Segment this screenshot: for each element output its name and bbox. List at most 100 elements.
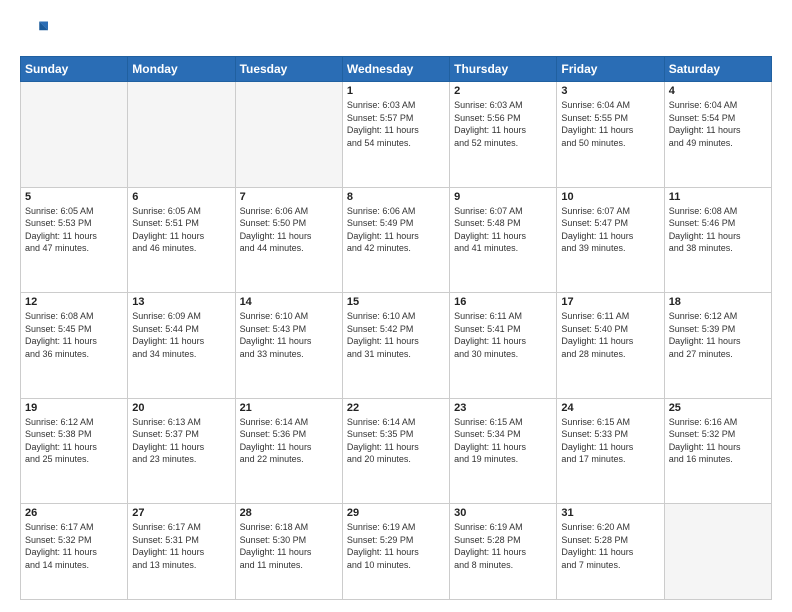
header (20, 18, 772, 46)
day-number: 14 (240, 296, 338, 308)
day-info: Sunrise: 6:04 AM Sunset: 5:55 PM Dayligh… (561, 99, 659, 149)
day-info: Sunrise: 6:12 AM Sunset: 5:38 PM Dayligh… (25, 416, 123, 466)
day-info: Sunrise: 6:06 AM Sunset: 5:49 PM Dayligh… (347, 205, 445, 255)
calendar-cell: 31Sunrise: 6:20 AM Sunset: 5:28 PM Dayli… (557, 504, 664, 600)
calendar-cell: 4 Sunrise: 6:04 AM Sunset: 5:54 PM Daylig… (664, 82, 771, 188)
day-number: 12 (25, 296, 123, 308)
day-number: 21 (240, 402, 338, 414)
day-number: 22 (347, 402, 445, 414)
day-number: 7 (240, 191, 338, 203)
calendar-cell: 26 Sunrise: 6:17 AM Sunset: 5:32 PM Dayli… (21, 504, 128, 600)
calendar-cell: 11Sunrise: 6:08 AM Sunset: 5:46 PM Dayli… (664, 187, 771, 293)
weekday-header-thursday: Thursday (450, 57, 557, 82)
day-number: 16 (454, 296, 552, 308)
calendar-cell: 24 Sunrise: 6:15 AM Sunset: 5:33 PM Dayli… (557, 398, 664, 504)
day-number: 25 (669, 402, 767, 414)
day-info: Sunrise: 6:09 AM Sunset: 5:44 PM Dayligh… (132, 310, 230, 360)
weekday-header-wednesday: Wednesday (342, 57, 449, 82)
day-info: Sunrise: 6:12 AM Sunset: 5:39 PM Dayligh… (669, 310, 767, 360)
day-number: 17 (561, 296, 659, 308)
day-info: Sunrise: 6:17 AM Sunset: 5:32 PM Dayligh… (25, 521, 123, 571)
day-info: Sunrise: 6:14 AM Sunset: 5:35 PM Dayligh… (347, 416, 445, 466)
calendar-cell: 7 Sunrise: 6:06 AM Sunset: 5:50 PM Daylig… (235, 187, 342, 293)
logo (20, 18, 52, 46)
weekday-header-sunday: Sunday (21, 57, 128, 82)
day-number: 3 (561, 85, 659, 97)
calendar-cell: 18 Sunrise: 6:12 AM Sunset: 5:39 PM Dayli… (664, 293, 771, 399)
weekday-header-monday: Monday (128, 57, 235, 82)
day-info: Sunrise: 6:19 AM Sunset: 5:28 PM Dayligh… (454, 521, 552, 571)
day-info: Sunrise: 6:07 AM Sunset: 5:48 PM Dayligh… (454, 205, 552, 255)
calendar-cell: 25 Sunrise: 6:16 AM Sunset: 5:32 PM Dayli… (664, 398, 771, 504)
calendar-cell: 27Sunrise: 6:17 AM Sunset: 5:31 PM Dayli… (128, 504, 235, 600)
calendar-cell: 6 Sunrise: 6:05 AM Sunset: 5:51 PM Daylig… (128, 187, 235, 293)
day-info: Sunrise: 6:04 AM Sunset: 5:54 PM Dayligh… (669, 99, 767, 149)
day-info: Sunrise: 6:15 AM Sunset: 5:33 PM Dayligh… (561, 416, 659, 466)
calendar-cell: 29Sunrise: 6:19 AM Sunset: 5:29 PM Dayli… (342, 504, 449, 600)
day-number: 9 (454, 191, 552, 203)
calendar-cell: 12 Sunrise: 6:08 AM Sunset: 5:45 PM Dayli… (21, 293, 128, 399)
day-info: Sunrise: 6:11 AM Sunset: 5:40 PM Dayligh… (561, 310, 659, 360)
day-info: Sunrise: 6:14 AM Sunset: 5:36 PM Dayligh… (240, 416, 338, 466)
day-number: 1 (347, 85, 445, 97)
calendar-cell: 21 Sunrise: 6:14 AM Sunset: 5:36 PM Dayli… (235, 398, 342, 504)
day-number: 18 (669, 296, 767, 308)
day-info: Sunrise: 6:13 AM Sunset: 5:37 PM Dayligh… (132, 416, 230, 466)
calendar-cell: 10 Sunrise: 6:07 AM Sunset: 5:47 PM Dayli… (557, 187, 664, 293)
calendar-cell: 17 Sunrise: 6:11 AM Sunset: 5:40 PM Dayli… (557, 293, 664, 399)
calendar-cell: 1 Sunrise: 6:03 AM Sunset: 5:57 PM Daylig… (342, 82, 449, 188)
day-info: Sunrise: 6:07 AM Sunset: 5:47 PM Dayligh… (561, 205, 659, 255)
weekday-header-friday: Friday (557, 57, 664, 82)
calendar-cell: 14 Sunrise: 6:10 AM Sunset: 5:43 PM Dayli… (235, 293, 342, 399)
calendar-cell: 16 Sunrise: 6:11 AM Sunset: 5:41 PM Dayli… (450, 293, 557, 399)
calendar-cell: 2Sunrise: 6:03 AM Sunset: 5:56 PM Daylig… (450, 82, 557, 188)
day-number: 28 (240, 507, 338, 519)
day-number: 4 (669, 85, 767, 97)
day-number: 10 (561, 191, 659, 203)
calendar-week-row: 1 Sunrise: 6:03 AM Sunset: 5:57 PM Daylig… (21, 82, 772, 188)
day-number: 26 (25, 507, 123, 519)
weekday-header-row: SundayMondayTuesdayWednesdayThursdayFrid… (21, 57, 772, 82)
day-info: Sunrise: 6:20 AM Sunset: 5:28 PM Dayligh… (561, 521, 659, 571)
weekday-header-saturday: Saturday (664, 57, 771, 82)
day-info: Sunrise: 6:08 AM Sunset: 5:45 PM Dayligh… (25, 310, 123, 360)
page: SundayMondayTuesdayWednesdayThursdayFrid… (0, 0, 792, 612)
calendar-cell (664, 504, 771, 600)
day-number: 15 (347, 296, 445, 308)
day-info: Sunrise: 6:10 AM Sunset: 5:43 PM Dayligh… (240, 310, 338, 360)
day-number: 27 (132, 507, 230, 519)
day-info: Sunrise: 6:05 AM Sunset: 5:53 PM Dayligh… (25, 205, 123, 255)
calendar-week-row: 12 Sunrise: 6:08 AM Sunset: 5:45 PM Dayli… (21, 293, 772, 399)
day-number: 24 (561, 402, 659, 414)
calendar-cell: 23 Sunrise: 6:15 AM Sunset: 5:34 PM Dayli… (450, 398, 557, 504)
day-info: Sunrise: 6:15 AM Sunset: 5:34 PM Dayligh… (454, 416, 552, 466)
day-number: 8 (347, 191, 445, 203)
logo-icon (20, 18, 48, 46)
day-info: Sunrise: 6:05 AM Sunset: 5:51 PM Dayligh… (132, 205, 230, 255)
calendar-week-row: 26 Sunrise: 6:17 AM Sunset: 5:32 PM Dayli… (21, 504, 772, 600)
day-number: 6 (132, 191, 230, 203)
calendar-cell: 13 Sunrise: 6:09 AM Sunset: 5:44 PM Dayli… (128, 293, 235, 399)
day-info: Sunrise: 6:11 AM Sunset: 5:41 PM Dayligh… (454, 310, 552, 360)
day-number: 20 (132, 402, 230, 414)
calendar-week-row: 5Sunrise: 6:05 AM Sunset: 5:53 PM Daylig… (21, 187, 772, 293)
day-info: Sunrise: 6:18 AM Sunset: 5:30 PM Dayligh… (240, 521, 338, 571)
day-number: 2 (454, 85, 552, 97)
day-info: Sunrise: 6:06 AM Sunset: 5:50 PM Dayligh… (240, 205, 338, 255)
calendar-cell: 15Sunrise: 6:10 AM Sunset: 5:42 PM Dayli… (342, 293, 449, 399)
calendar-week-row: 19Sunrise: 6:12 AM Sunset: 5:38 PM Dayli… (21, 398, 772, 504)
calendar-cell: 5Sunrise: 6:05 AM Sunset: 5:53 PM Daylig… (21, 187, 128, 293)
day-info: Sunrise: 6:19 AM Sunset: 5:29 PM Dayligh… (347, 521, 445, 571)
weekday-header-tuesday: Tuesday (235, 57, 342, 82)
calendar-cell: 9 Sunrise: 6:07 AM Sunset: 5:48 PM Daylig… (450, 187, 557, 293)
day-number: 13 (132, 296, 230, 308)
calendar-cell: 30Sunrise: 6:19 AM Sunset: 5:28 PM Dayli… (450, 504, 557, 600)
calendar-cell (128, 82, 235, 188)
calendar-table: SundayMondayTuesdayWednesdayThursdayFrid… (20, 56, 772, 600)
day-info: Sunrise: 6:03 AM Sunset: 5:57 PM Dayligh… (347, 99, 445, 149)
calendar-cell: 22 Sunrise: 6:14 AM Sunset: 5:35 PM Dayli… (342, 398, 449, 504)
day-number: 11 (669, 191, 767, 203)
day-number: 23 (454, 402, 552, 414)
calendar-cell (235, 82, 342, 188)
day-info: Sunrise: 6:16 AM Sunset: 5:32 PM Dayligh… (669, 416, 767, 466)
